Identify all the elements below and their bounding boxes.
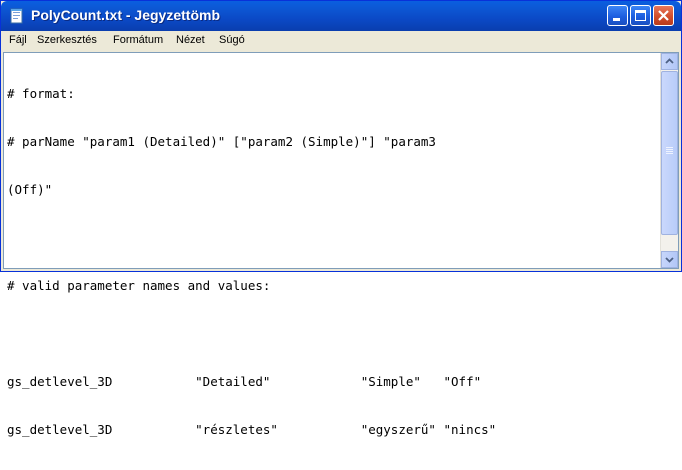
close-icon [658,10,669,21]
editor-text[interactable]: # format: # parName "param1 (Detailed)" … [7,54,496,470]
title-bar[interactable]: PolyCount.txt - Jegyzettömb [1,1,681,31]
text-line [7,326,496,342]
text-line: # format: [7,86,75,101]
text-line: # parName "param1 (Detailed)" ["param2 (… [7,134,436,149]
minimize-icon [613,18,620,21]
menu-format[interactable]: Formátum [113,34,163,46]
scroll-grip-icon [666,147,673,154]
scroll-down-arrow-icon [665,257,674,263]
text-editor[interactable]: # format: # parName "param1 (Detailed)" … [3,52,679,437]
text-line [7,230,496,246]
notepad-window: PolyCount.txt - Jegyzettömb Fájl Szerkes… [0,0,682,437]
text-line: (Off)" [7,182,53,197]
minimize-button[interactable] [607,5,628,26]
text-line: gs_detlevel_3D "Detailed" "Simple" "Off" [7,374,482,389]
scroll-up-button[interactable] [661,53,678,70]
maximize-icon [635,10,646,21]
text-line: # valid parameter names and values: [7,278,271,293]
maximize-button[interactable] [630,5,651,26]
menu-bar: Fájl Szerkesztés Formátum Nézet Súgó [1,31,681,50]
menu-help[interactable]: Súgó [219,34,245,46]
scroll-thumb[interactable] [661,71,678,235]
menu-file[interactable]: Fájl [9,34,27,46]
close-button[interactable] [653,5,674,26]
scroll-up-arrow-icon [665,58,674,64]
menu-view[interactable]: Nézet [176,34,205,46]
notepad-icon [10,8,23,24]
text-line: gs_detlevel_3D "részletes" "egyszerű" "n… [7,422,497,437]
vertical-scrollbar[interactable] [660,53,678,268]
menu-edit[interactable]: Szerkesztés [37,34,97,46]
window-title: PolyCount.txt - Jegyzettömb [31,7,221,23]
scroll-down-button[interactable] [661,251,678,268]
